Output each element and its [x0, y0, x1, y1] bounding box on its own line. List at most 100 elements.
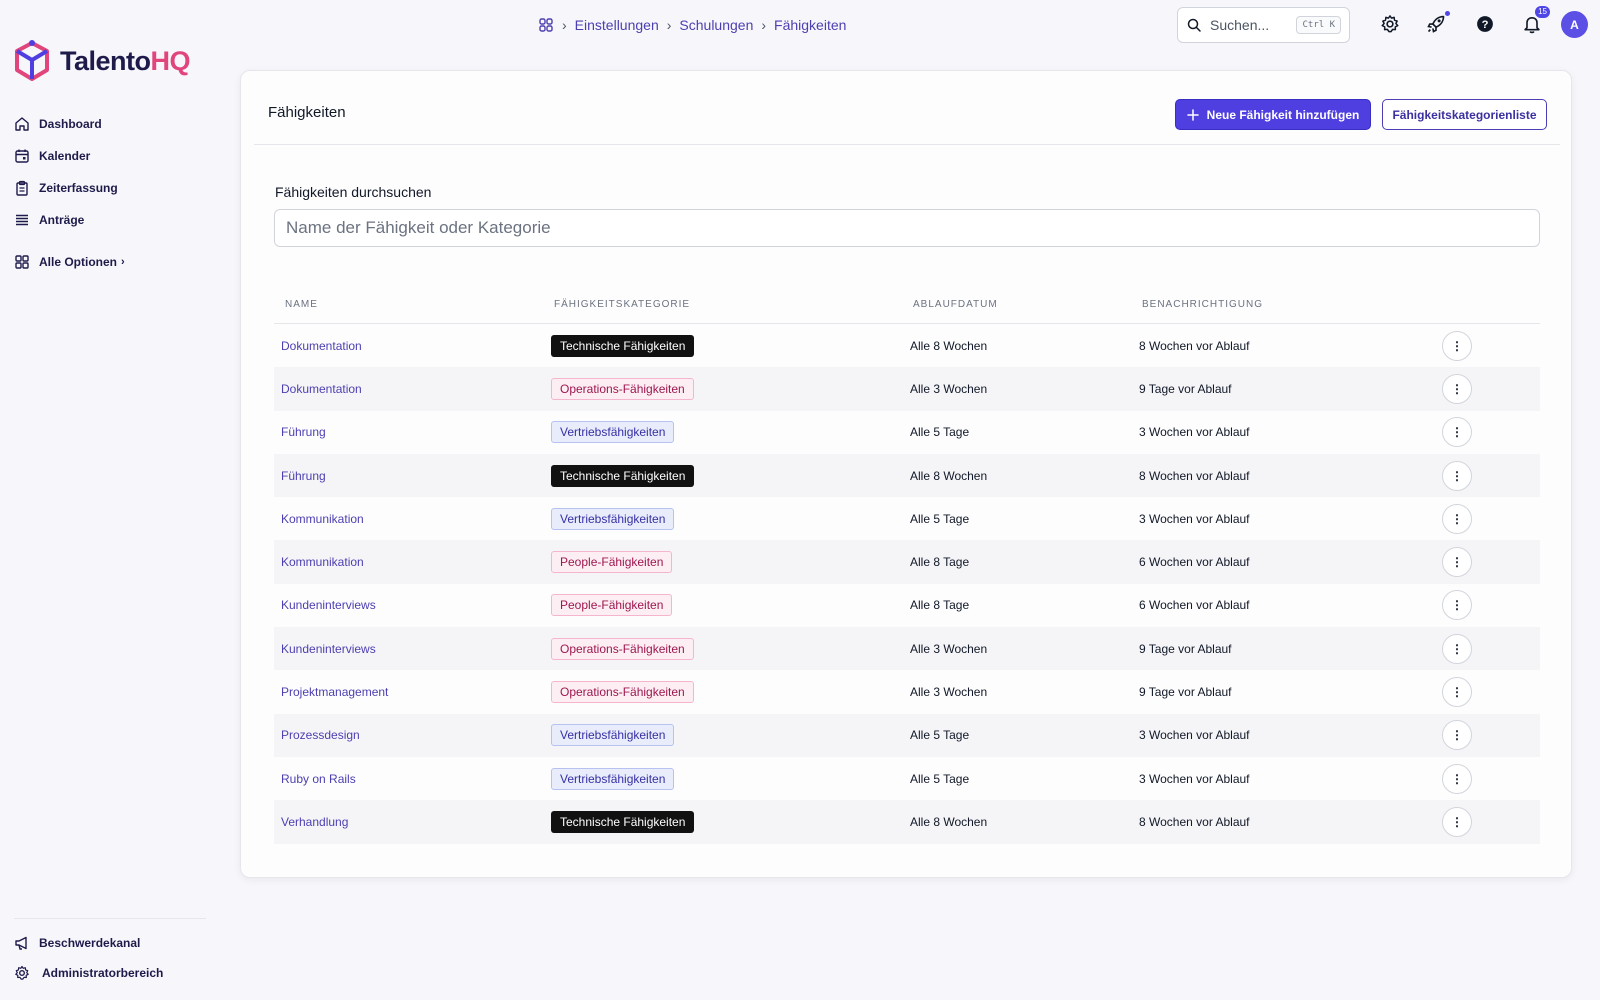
rocket-icon — [1427, 15, 1445, 33]
cell-actions: ⋮ — [1442, 720, 1540, 751]
cell-name: Kundeninterviews — [274, 640, 551, 658]
table-row: Kommunikation People-Fähigkeiten Alle 8 Ta… — [274, 540, 1540, 584]
skill-name-link[interactable]: Kommunikation — [281, 512, 364, 526]
more-vertical-icon: ⋮ — [1451, 598, 1463, 613]
row-actions-button[interactable]: ⋮ — [1442, 460, 1472, 491]
cell-actions: ⋮ — [1442, 633, 1540, 664]
breadcrumb-faehigkeiten[interactable]: Fähigkeiten — [774, 17, 846, 33]
sidebar-item-kalender[interactable]: Kalender — [14, 140, 214, 172]
skill-name-link[interactable]: Verhandlung — [281, 815, 348, 829]
sidebar-item-label: Kalender — [39, 149, 91, 163]
skill-name-link[interactable]: Kommunikation — [281, 555, 364, 569]
more-vertical-icon: ⋮ — [1451, 555, 1463, 570]
sidebar-nav: Dashboard Kalender Zeiterfassung Anträge… — [14, 108, 214, 278]
skill-name-link[interactable]: Dokumentation — [281, 382, 362, 396]
cell-name: Kommunikation — [274, 510, 551, 528]
sidebar-item-administratorbereich[interactable]: Administratorbereich — [14, 958, 214, 988]
more-vertical-icon: ⋮ — [1451, 511, 1463, 526]
sidebar-bottom-nav: Beschwerdekanal Administratorbereich — [14, 928, 214, 988]
cell-actions: ⋮ — [1442, 417, 1540, 448]
cell-expiry: Alle 8 Tage — [910, 598, 970, 613]
cell-category: People-Fähigkeiten — [551, 594, 910, 617]
cell-actions: ⋮ — [1442, 460, 1540, 491]
table-body: Dokumentation Technische Fähigkeiten Alle … — [274, 324, 1540, 844]
sidebar-item-all-options[interactable]: Alle Optionen › — [14, 246, 214, 278]
cell-notification: 6 Wochen vor Ablauf — [1139, 598, 1250, 613]
column-header-expiry[interactable]: Ablaufdatum — [910, 299, 1139, 310]
cell-category: Operations-Fähigkeiten — [551, 377, 910, 400]
table-row: Dokumentation Operations-Fähigkeiten Alle … — [274, 367, 1540, 411]
home-icon — [15, 117, 29, 131]
skill-search-input[interactable] — [274, 209, 1540, 247]
row-actions-button[interactable]: ⋮ — [1442, 547, 1472, 578]
cell-expiry: Alle 3 Wochen — [910, 381, 988, 396]
row-actions-button[interactable]: ⋮ — [1442, 806, 1472, 837]
row-actions-button[interactable]: ⋮ — [1442, 330, 1472, 361]
skills-table: Name Fähigkeitskategorie Ablaufdatum Ben… — [274, 286, 1540, 844]
help-button[interactable]: ? — [1473, 12, 1497, 36]
logo-text: TalentoHQ — [60, 45, 190, 76]
row-actions-button[interactable]: ⋮ — [1442, 633, 1472, 664]
cell-notification: 8 Wochen vor Ablauf — [1139, 468, 1250, 483]
cell-expiry: Alle 8 Wochen — [910, 468, 988, 483]
chevron-right-icon: › — [666, 17, 672, 33]
row-actions-button[interactable]: ⋮ — [1442, 763, 1472, 794]
skill-name-link[interactable]: Projektmanagement — [281, 685, 388, 699]
row-actions-button[interactable]: ⋮ — [1442, 590, 1472, 621]
table-header: Name Fähigkeitskategorie Ablaufdatum Ben… — [274, 286, 1540, 324]
more-vertical-icon: ⋮ — [1451, 685, 1463, 700]
table-row: Kundeninterviews Operations-Fähigkeiten Al… — [274, 627, 1540, 671]
page-title: Fähigkeiten — [268, 104, 346, 121]
sidebar-item-dashboard[interactable]: Dashboard — [14, 108, 214, 140]
chevron-right-icon: › — [121, 256, 125, 268]
sidebar-item-antraege[interactable]: Anträge — [14, 204, 214, 236]
cell-notification: 8 Wochen vor Ablauf — [1139, 814, 1250, 829]
sidebar-item-zeiterfassung[interactable]: Zeiterfassung — [14, 172, 214, 204]
cell-category: Operations-Fähigkeiten — [551, 637, 910, 660]
breadcrumb-einstellungen[interactable]: Einstellungen — [575, 17, 659, 33]
cell-expiry: Alle 3 Wochen — [910, 685, 988, 700]
sidebar-item-label: Dashboard — [39, 117, 102, 131]
skill-name-link[interactable]: Führung — [281, 469, 326, 483]
grid-icon — [15, 255, 29, 269]
column-header-name[interactable]: Name — [274, 299, 551, 310]
breadcrumb-schulungen[interactable]: Schulungen — [679, 17, 753, 33]
global-search[interactable]: Suchen... Ctrl K — [1177, 7, 1350, 43]
row-actions-button[interactable]: ⋮ — [1442, 373, 1472, 404]
row-actions-button[interactable]: ⋮ — [1442, 720, 1472, 751]
cell-notification: 6 Wochen vor Ablauf — [1139, 555, 1250, 570]
settings-button[interactable] — [1378, 12, 1402, 36]
column-header-category[interactable]: Fähigkeitskategorie — [551, 299, 910, 310]
notification-count-badge: 15 — [1535, 6, 1550, 18]
cell-notification: 3 Wochen vor Ablauf — [1139, 728, 1250, 743]
search-shortcut-hint: Ctrl K — [1296, 16, 1341, 34]
row-actions-button[interactable]: ⋮ — [1442, 677, 1472, 708]
skill-name-link[interactable]: Kundeninterviews — [281, 598, 376, 612]
skill-name-link[interactable]: Ruby on Rails — [281, 772, 356, 786]
cell-name: Verhandlung — [274, 813, 551, 831]
avatar[interactable]: A — [1561, 11, 1588, 38]
notifications-button[interactable]: 15 — [1520, 6, 1550, 36]
more-vertical-icon: ⋮ — [1451, 338, 1463, 353]
category-list-button[interactable]: Fähigkeitskategorienliste — [1382, 99, 1547, 130]
row-actions-button[interactable]: ⋮ — [1442, 503, 1472, 534]
skill-name-link[interactable]: Dokumentation — [281, 339, 362, 353]
row-actions-button[interactable]: ⋮ — [1442, 417, 1472, 448]
apps-grid-icon[interactable] — [538, 17, 554, 33]
sidebar-item-label: Alle Optionen — [39, 255, 117, 269]
cell-name: Kundeninterviews — [274, 596, 551, 614]
table-row: Projektmanagement Operations-Fähigkeiten A… — [274, 670, 1540, 713]
skill-name-link[interactable]: Prozessdesign — [281, 728, 360, 742]
logo[interactable]: TalentoHQ — [12, 40, 190, 82]
column-header-notification[interactable]: Benachrichtigung — [1139, 299, 1442, 310]
cell-actions: ⋮ — [1442, 806, 1540, 837]
add-skill-button[interactable]: Neue Fähigkeit hinzufügen — [1175, 99, 1371, 130]
sidebar-item-label: Zeiterfassung — [39, 181, 118, 195]
cell-name: Kommunikation — [274, 553, 551, 571]
skill-name-link[interactable]: Kundeninterviews — [281, 642, 376, 656]
more-vertical-icon: ⋮ — [1451, 728, 1463, 743]
plus-icon — [1186, 108, 1199, 121]
whats-new-button[interactable] — [1424, 11, 1450, 36]
skill-name-link[interactable]: Führung — [281, 425, 326, 439]
sidebar-item-beschwerdekanal[interactable]: Beschwerdekanal — [14, 928, 214, 958]
